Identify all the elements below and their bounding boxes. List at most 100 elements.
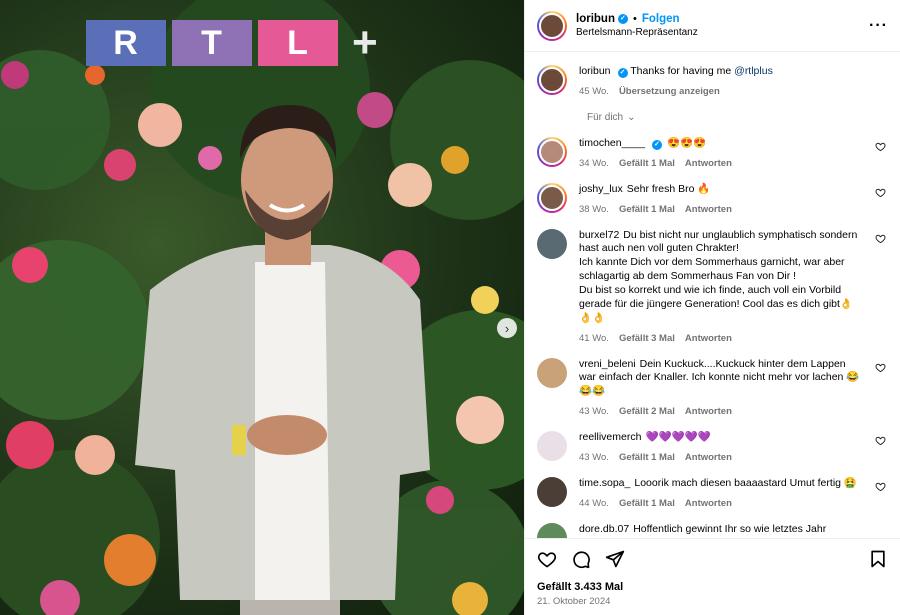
caption-username[interactable]: loribun [579, 65, 611, 77]
rtl-letter-l: L [258, 20, 338, 66]
commenter-avatar[interactable] [537, 357, 567, 388]
comment-item: vreni_beleni Dein Kuckuck....Kuckuck hint… [537, 357, 888, 417]
commenter-avatar[interactable] [537, 228, 567, 259]
comment-meta: 34 Wo. Gefällt 1 Mal Antworten [579, 158, 862, 169]
commenter-username[interactable]: reellivemerch [579, 431, 641, 443]
comment-text: time.sopa_ Looorik mach diesen baaaastard… [579, 477, 862, 491]
comment-likes[interactable]: Gefällt 1 Mal [619, 158, 675, 169]
post-caption: loribun ✓ Thanks for having me @rtlplus 4… [537, 65, 888, 97]
comment-time[interactable]: 38 Wo. [579, 204, 609, 215]
comment-meta: 44 Wo. Gefällt 1 Mal Antworten [579, 498, 862, 509]
comment-text: vreni_beleni Dein Kuckuck....Kuckuck hint… [579, 358, 862, 400]
verified-badge-icon: ✓ [617, 14, 628, 24]
comment-sort-dropdown[interactable]: Für dich ⌄ [587, 112, 888, 123]
comment-likes[interactable]: Gefällt 1 Mal [619, 204, 675, 215]
commenter-avatar[interactable] [537, 431, 567, 462]
comment-time[interactable]: 34 Wo. [579, 158, 609, 169]
comment-meta: 41 Wo. Gefällt 3 Mal Antworten [579, 333, 862, 344]
avatar-image [539, 67, 565, 93]
post-photo[interactable]: R T L + › [0, 0, 524, 615]
commenter-avatar[interactable] [537, 522, 567, 538]
commenter-username[interactable]: burxel72 [579, 229, 619, 241]
location-link[interactable]: Bertelsmann-Repräsentanz [576, 26, 698, 39]
comment-meta: 43 Wo. Gefällt 1 Mal Antworten [579, 452, 862, 463]
reply-button[interactable]: Antworten [685, 204, 732, 215]
rtl-letter-r: R [86, 20, 166, 66]
comment-like-heart-icon[interactable] [875, 141, 886, 152]
commenter-avatar[interactable] [537, 182, 567, 213]
comment-text: burxel72 Du bist nicht nur unglaublich sy… [579, 229, 862, 326]
translate-button[interactable]: Übersetzung anzeigen [619, 86, 720, 97]
chevron-down-icon: ⌄ [627, 111, 636, 123]
caption-mention[interactable]: @rtlplus [734, 65, 773, 77]
reply-button[interactable]: Antworten [685, 406, 732, 417]
heart-icon[interactable] [537, 549, 557, 569]
rtl-logo: R T L + [86, 18, 378, 68]
author-avatar[interactable] [537, 10, 567, 41]
comments-list[interactable]: loribun ✓ Thanks for having me @rtlplus 4… [525, 53, 900, 538]
comment-like-heart-icon[interactable] [875, 362, 886, 373]
bookmark-icon[interactable] [868, 549, 888, 569]
avatar-image [539, 138, 565, 165]
comment-like-heart-icon[interactable] [875, 435, 886, 446]
avatar-image [537, 431, 567, 462]
comment-item: timochen____ ✓ 😍😍😍 34 Wo. Gefällt 1 Mal Antwo… [537, 136, 888, 169]
comment-meta: 43 Wo. Gefällt 2 Mal Antworten [579, 406, 862, 417]
comment-meta: 38 Wo. Gefällt 1 Mal Antworten [579, 204, 862, 215]
rtl-plus: + [352, 18, 378, 67]
comment-body: Looorik mach diesen baaaastard Umut fert… [634, 477, 857, 490]
commenter-username[interactable]: vreni_beleni [579, 358, 636, 370]
photo-scene [0, 0, 524, 615]
share-icon[interactable] [605, 549, 625, 569]
commenter-avatar[interactable] [537, 136, 567, 167]
comment-text: dore.db.07 Hoffentlich gewinnt Ihr so wie… [579, 523, 862, 538]
comment-likes[interactable]: Gefällt 1 Mal [619, 498, 675, 509]
comment-like-heart-icon[interactable] [875, 233, 886, 244]
comment-likes[interactable]: Gefällt 2 Mal [619, 406, 675, 417]
comment-body: 💜💜💜💜💜 [645, 431, 711, 444]
separator-dot: • [632, 12, 637, 25]
comment-text: timochen____ ✓ 😍😍😍 [579, 137, 862, 151]
comment-item: burxel72 Du bist nicht nur unglaublich sy… [537, 228, 888, 344]
comment-like-heart-icon[interactable] [875, 481, 886, 492]
comment-time[interactable]: 43 Wo. [579, 452, 609, 463]
comment-text: joshy_lux Sehr fresh Bro 🔥 [579, 183, 862, 197]
caption-body: Thanks for having me [630, 65, 732, 77]
follow-button[interactable]: Folgen [642, 12, 680, 27]
post-header: loribun ✓ • Folgen Bertelsmann-Repräsent… [525, 0, 900, 52]
reply-button[interactable]: Antworten [685, 452, 732, 463]
avatar-image [537, 522, 567, 538]
verified-badge-icon: ✓ [617, 68, 628, 78]
reply-button[interactable]: Antworten [685, 158, 732, 169]
comment-likes[interactable]: Gefällt 1 Mal [619, 452, 675, 463]
likes-count[interactable]: Gefällt 3.433 Mal [537, 581, 888, 593]
comment-text: reellivemerch 💜💜💜💜💜 [579, 431, 862, 445]
sort-label: Für dich [587, 111, 624, 123]
commenter-username[interactable]: time.sopa_ [579, 477, 630, 489]
comment-time[interactable]: 41 Wo. [579, 333, 609, 344]
caption-time[interactable]: 45 Wo. [579, 86, 609, 97]
post-side-panel: loribun ✓ • Folgen Bertelsmann-Repräsent… [524, 0, 900, 615]
avatar-image [537, 357, 567, 388]
commenter-username[interactable]: timochen____ [579, 137, 645, 149]
more-options-icon[interactable]: ··· [869, 17, 888, 35]
next-photo-button[interactable]: › [497, 318, 517, 338]
commenter-avatar[interactable] [537, 477, 567, 508]
reply-button[interactable]: Antworten [685, 333, 732, 344]
comment-like-heart-icon[interactable] [875, 187, 886, 198]
author-username[interactable]: loribun [576, 12, 615, 27]
header-text: loribun ✓ • Folgen Bertelsmann-Repräsent… [576, 12, 698, 40]
comment-time[interactable]: 43 Wo. [579, 406, 609, 417]
verified-badge-icon: ✓ [651, 139, 662, 150]
commenter-username[interactable]: joshy_lux [579, 183, 623, 195]
comment-item: time.sopa_ Looorik mach diesen baaaastard… [537, 477, 888, 509]
comment-time[interactable]: 44 Wo. [579, 498, 609, 509]
reply-button[interactable]: Antworten [685, 498, 732, 509]
chevron-right-icon: › [504, 320, 510, 336]
comment-icon[interactable] [571, 549, 591, 569]
caption-avatar[interactable] [537, 65, 567, 95]
instagram-post: R T L + › loribun ✓ • Folgen Bertelsmann… [0, 0, 900, 615]
comment-body: Du bist nicht nur unglaublich symphatisc… [579, 228, 858, 324]
comment-likes[interactable]: Gefällt 3 Mal [619, 333, 675, 344]
commenter-username[interactable]: dore.db.07 [579, 523, 629, 535]
